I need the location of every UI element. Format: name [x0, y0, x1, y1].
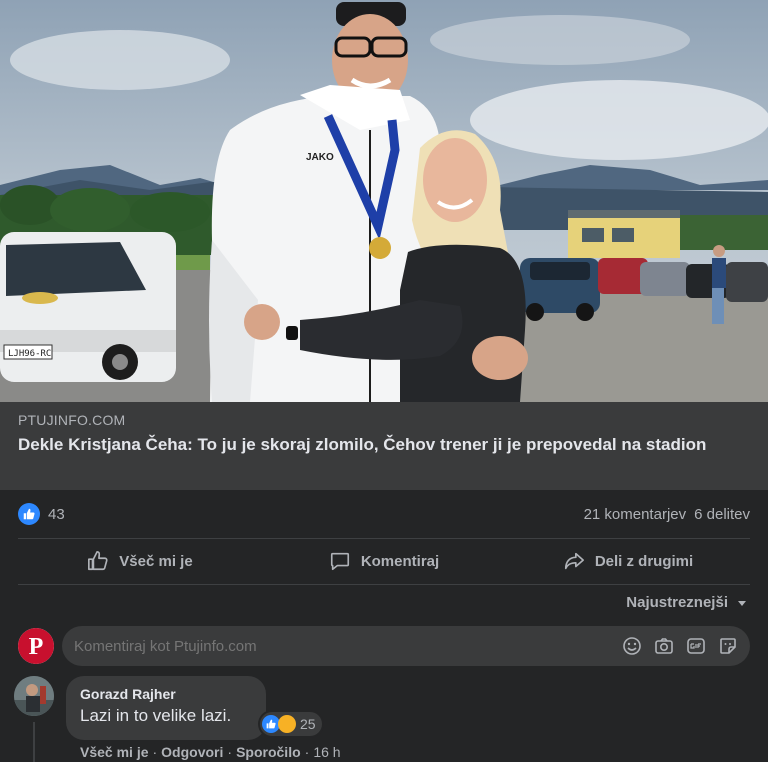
- comments-count-link[interactable]: 21 komentarjev: [584, 506, 687, 523]
- comment-bubble-icon: [330, 552, 349, 571]
- comment-author[interactable]: Gorazd Rajher: [80, 686, 252, 702]
- couple-photo: LJH96-RC JAKO: [0, 0, 768, 402]
- comment-button[interactable]: Komentiraj: [262, 540, 506, 582]
- page-avatar[interactable]: P: [18, 628, 54, 664]
- jacket-brand-text: JAKO: [306, 152, 334, 163]
- post-actions: Všeč mi je Komentiraj Deli z drugimi: [18, 540, 750, 582]
- gif-icon[interactable]: [686, 636, 706, 656]
- comment-bubble: Gorazd Rajher Lazi in to velike lazi.: [66, 676, 266, 740]
- comment-composer: P: [18, 626, 750, 666]
- sort-label: Najustreznejši: [626, 594, 728, 611]
- like-reaction-icon: [18, 503, 40, 525]
- share-button-label: Deli z drugimi: [594, 552, 694, 570]
- camera-icon[interactable]: [654, 636, 674, 656]
- shares-count-link[interactable]: 6 delitev: [694, 506, 750, 523]
- comment-actions: Všeč mi je · Odgovori · Sporočilo · 16 h: [80, 744, 341, 760]
- post-photo[interactable]: LJH96-RC JAKO: [0, 0, 768, 402]
- caret-down-icon: [738, 600, 746, 606]
- smiley-icon[interactable]: [622, 636, 642, 656]
- comment-input[interactable]: [74, 637, 494, 655]
- separator-dot: ·: [152, 744, 158, 760]
- avatar[interactable]: [14, 676, 54, 716]
- svg-text:P: P: [29, 634, 44, 660]
- like-button-label: Všeč mi je: [119, 552, 193, 570]
- link-preview[interactable]: PTUJINFO.COM Dekle Kristjana Čeha: To ju…: [0, 402, 768, 490]
- comment-text: Lazi in to velike lazi.: [80, 706, 232, 725]
- comment-reactions[interactable]: 25: [260, 712, 322, 736]
- care-reaction-icon: [278, 715, 296, 733]
- share-button[interactable]: Deli z drugimi: [506, 540, 750, 582]
- comment-reaction-count: 25: [300, 716, 316, 732]
- separator-dot: ·: [227, 744, 233, 760]
- reaction-summary[interactable]: 43: [18, 503, 65, 525]
- thread-line: [33, 722, 35, 762]
- thumbs-up-icon: [88, 551, 108, 571]
- post-stats: 43 21 komentarjev 6 delitev: [18, 502, 750, 526]
- comment-like-link[interactable]: Všeč mi je: [80, 744, 149, 760]
- comment-reply-link[interactable]: Odgovori: [161, 744, 223, 760]
- ptujinfo-logo-icon: P: [18, 628, 54, 664]
- comment-sort-dropdown[interactable]: Najustreznejši: [626, 594, 748, 611]
- sticker-icon[interactable]: [718, 636, 738, 656]
- post-footer: 43 21 komentarjev 6 delitev Všeč mi je K…: [0, 490, 768, 762]
- car-plate-text: LJH96-RC: [8, 349, 51, 359]
- comment-box[interactable]: [62, 626, 750, 666]
- divider: [18, 584, 750, 585]
- comment-message-link[interactable]: Sporočilo: [236, 744, 301, 760]
- divider: [18, 538, 750, 539]
- share-arrow-icon: [564, 552, 584, 570]
- link-domain: PTUJINFO.COM: [18, 412, 126, 428]
- separator-dot: ·: [304, 744, 310, 760]
- reaction-count: 43: [48, 505, 65, 523]
- comment-button-label: Komentiraj: [360, 552, 440, 570]
- link-title[interactable]: Dekle Kristjana Čeha: To ju je skoraj zl…: [18, 434, 718, 456]
- comment-timestamp[interactable]: 16 h: [313, 744, 340, 760]
- like-button[interactable]: Všeč mi je: [18, 540, 262, 582]
- user-avatar-photo: [14, 676, 54, 716]
